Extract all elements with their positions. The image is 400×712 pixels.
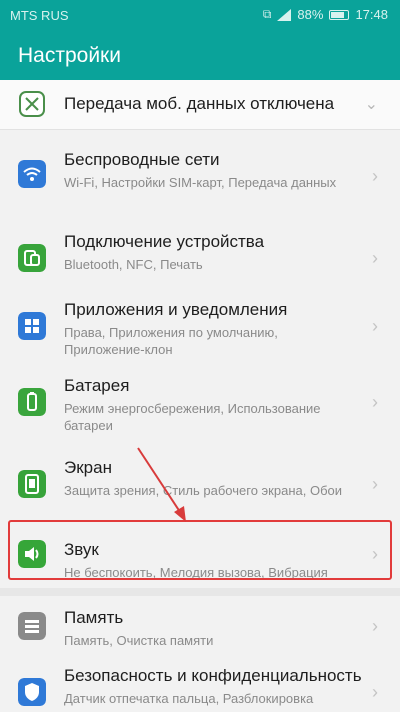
storage-icon: [18, 612, 46, 640]
settings-item-title: Батарея: [64, 376, 130, 395]
wifi-icon: [18, 160, 46, 188]
chevron-right-icon: ›: [372, 474, 378, 494]
chevron-right-icon: ›: [372, 682, 378, 702]
settings-item-apps[interactable]: Приложения и уведомления Права, Приложен…: [0, 288, 400, 368]
mobile-data-label: Передача моб. данных отключена: [64, 94, 335, 113]
chevron-right-icon: ›: [372, 316, 378, 336]
highlight-box: [8, 520, 392, 580]
carrier-name: MTS RUS: [10, 8, 69, 23]
battery-icon: [18, 388, 46, 416]
device-connection-icon: [18, 244, 46, 272]
settings-item-subtitle: Bluetooth, NFC, Печать: [64, 257, 203, 272]
chevron-right-icon: ›: [372, 616, 378, 636]
battery-icon: [329, 9, 350, 20]
settings-item-title: Приложения и уведомления: [64, 300, 288, 319]
vibrate-icon: ⧉: [262, 7, 272, 21]
settings-item-display[interactable]: Экран Защита зрения, Стиль рабочего экра…: [0, 446, 400, 526]
settings-item-subtitle: Права, Приложения по умолчанию, Приложен…: [64, 325, 278, 357]
settings-item-subtitle: Защита зрения, Стиль рабочего экрана, Об…: [64, 483, 343, 498]
settings-item-battery[interactable]: Батарея Режим энергосбережения, Использо…: [0, 364, 400, 444]
app-bar: Настройки: [0, 30, 400, 80]
settings-item-security[interactable]: Безопасность и конфиденциальность Датчик…: [0, 654, 400, 712]
settings-item-title: Экран: [64, 458, 112, 477]
chevron-down-icon[interactable]: ⌄: [365, 94, 378, 114]
battery-percent: 88%: [297, 7, 324, 22]
page-title: Настройки: [18, 44, 121, 67]
chevron-right-icon: ›: [372, 248, 378, 268]
clock: 17:48: [355, 7, 388, 22]
display-icon: [18, 470, 46, 498]
settings-item-subtitle: Режим энергосбережения, Использование ба…: [64, 401, 321, 433]
settings-item-subtitle: Датчик отпечатка пальца, Разблокировка э…: [64, 691, 314, 712]
settings-item-title: Подключение устройства: [64, 232, 265, 251]
status-icons: ⧉ 88% 17:48: [263, 7, 388, 22]
settings-item-subtitle: Wi-Fi, Настройки SIM-карт, Передача данн…: [64, 175, 337, 190]
settings-item-wireless[interactable]: Беспроводные сети Wi-Fi, Настройки SIM-к…: [0, 138, 400, 218]
apps-icon: [18, 312, 46, 340]
settings-item-subtitle: Память, Очистка памяти: [64, 633, 214, 648]
settings-item-title: Память: [64, 608, 124, 627]
mobile-data-row[interactable]: Передача моб. данных отключена ⌄: [0, 80, 400, 130]
section-divider: [0, 588, 400, 596]
settings-item-title: Безопасность и конфиденциальность: [64, 666, 362, 685]
chevron-right-icon: ›: [372, 166, 378, 186]
status-bar: MTS RUS ⧉ 88% 17:48: [0, 0, 400, 30]
settings-item-title: Беспроводные сети: [64, 150, 220, 169]
signal-icon: [277, 8, 292, 21]
mobile-data-icon: [19, 91, 45, 117]
shield-icon: [18, 678, 46, 706]
chevron-right-icon: ›: [372, 392, 378, 412]
